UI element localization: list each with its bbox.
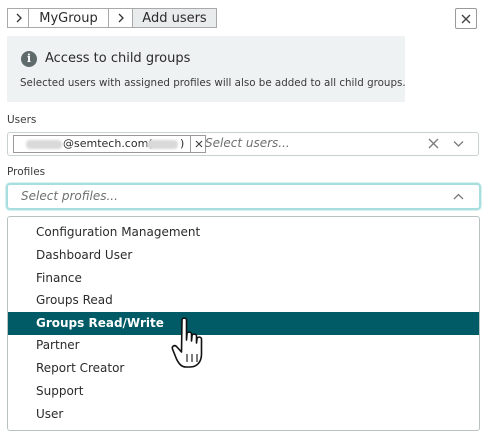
user-chip-label-end: ) [180, 137, 185, 150]
profiles-label: Profiles [7, 166, 46, 178]
close-button[interactable] [455, 8, 477, 29]
breadcrumb-back-chevron[interactable] [7, 8, 29, 28]
hand-cursor-icon [171, 317, 203, 368]
option-support[interactable]: Support [8, 380, 479, 403]
user-chip-label: @semtech.com( [63, 137, 153, 150]
option-partner[interactable]: Partner [8, 334, 479, 357]
chevron-down-icon[interactable] [453, 140, 464, 148]
option-user[interactable]: User [8, 403, 479, 426]
redacted-name [147, 140, 178, 149]
close-icon [195, 140, 202, 148]
users-placeholder[interactable]: Select users... [205, 136, 290, 150]
info-text: Selected users with assigned profiles wi… [20, 77, 406, 89]
chevron-up-icon[interactable] [453, 193, 464, 201]
breadcrumb-item-mygroup[interactable]: MyGroup [28, 8, 109, 28]
profiles-select[interactable]: Select profiles... [6, 183, 481, 210]
info-title: Access to child groups [45, 51, 191, 66]
remove-chip-button[interactable] [190, 136, 206, 152]
breadcrumb-separator-chevron [108, 8, 133, 28]
option-configuration-management[interactable]: Configuration Management [8, 221, 479, 244]
info-icon: i [21, 51, 37, 67]
option-dashboard-user[interactable]: Dashboard User [8, 244, 479, 267]
profiles-dropdown-list: Configuration Management Dashboard User … [7, 216, 480, 431]
close-icon [461, 14, 471, 23]
option-groups-read[interactable]: Groups Read [8, 289, 479, 312]
redacted-name [26, 140, 62, 149]
breadcrumb-item-label: MyGroup [39, 10, 98, 26]
profiles-placeholder[interactable]: Select profiles... [21, 189, 118, 203]
chevron-right-icon [16, 13, 22, 23]
users-select[interactable]: @semtech.com( ) Select users... [7, 132, 479, 156]
option-finance[interactable]: Finance [8, 267, 479, 290]
breadcrumb-current-label: Add users [142, 10, 207, 26]
option-report-creator[interactable]: Report Creator [8, 357, 479, 380]
chevron-right-icon [118, 13, 124, 23]
users-label: Users [7, 114, 37, 126]
option-groups-read-write[interactable]: Groups Read/Write [8, 312, 479, 335]
info-panel: i Access to child groups Selected users … [7, 36, 406, 102]
breadcrumb-item-add-users: Add users [132, 8, 217, 28]
user-chip: @semtech.com( ) [13, 135, 206, 153]
clear-icon[interactable] [428, 138, 439, 149]
